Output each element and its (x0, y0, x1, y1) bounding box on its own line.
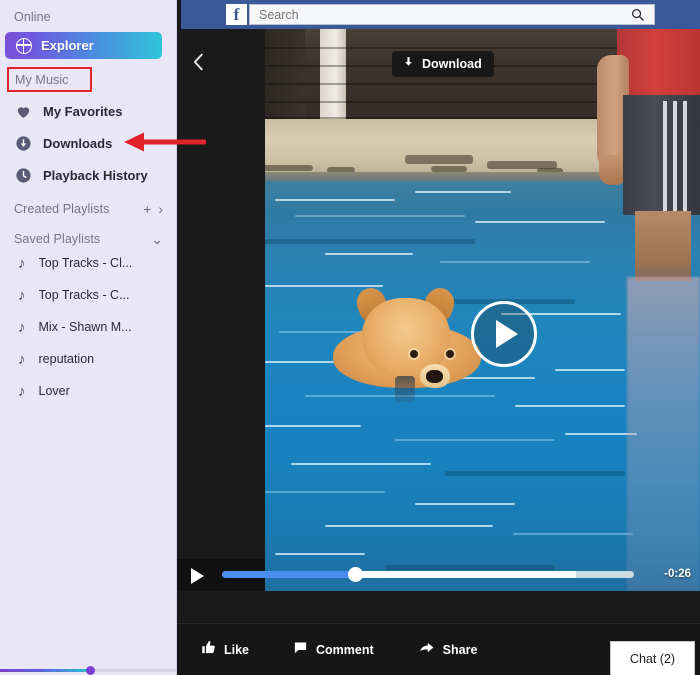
play-icon[interactable] (191, 568, 204, 584)
music-note-icon: ♪ (18, 382, 26, 400)
comment-button[interactable]: Comment (293, 640, 374, 660)
sidebar-section-online: Online (14, 10, 51, 24)
browser-panel: f Search Download -0:26 Like Comment Sha… (177, 0, 700, 675)
chat-tab[interactable]: Chat (2) (610, 641, 695, 675)
sidebar-item-my-favorites-label: My Favorites (43, 103, 123, 119)
sidebar-item-downloads-label: Downloads (43, 135, 113, 151)
mini-player-fill (0, 669, 92, 672)
playlist-label: Top Tracks - C... (38, 288, 130, 302)
playlist-label: Lover (38, 384, 70, 398)
mini-player-progress[interactable] (0, 666, 176, 675)
sidebar-item-playback-history[interactable]: Playback History (0, 159, 176, 191)
scene-person (589, 29, 700, 591)
dog-wake (395, 376, 415, 402)
facebook-header-bar: f (181, 0, 700, 29)
share-button[interactable]: Share (418, 640, 478, 660)
playlist-label: Top Tracks - Cl... (38, 256, 133, 270)
seek-bar[interactable] (222, 567, 634, 582)
list-item[interactable]: ♪ Lover (0, 375, 176, 407)
my-music-highlight-box: My Music (7, 67, 92, 92)
music-note-icon: ♪ (18, 286, 26, 304)
thumbs-up-icon (201, 640, 216, 660)
download-circle-icon (15, 135, 32, 152)
like-button-label: Like (224, 642, 250, 657)
dog-eye-left (410, 350, 418, 358)
play-circle-icon[interactable] (471, 301, 537, 367)
video-controls: -0:26 (177, 559, 700, 591)
search-button[interactable] (620, 5, 654, 24)
heart-icon (15, 103, 32, 120)
music-note-icon: ♪ (18, 254, 26, 272)
share-button-label: Share (442, 642, 478, 657)
chat-tab-label: Chat (2) (629, 651, 676, 666)
sidebar-section-my-music: My Music (15, 72, 69, 87)
comment-icon (293, 640, 308, 660)
person-shorts (623, 95, 700, 215)
scene-pillar (320, 29, 346, 121)
sidebar-group-saved-playlists-label: Saved Playlists (14, 232, 101, 246)
seek-knob[interactable] (348, 567, 363, 582)
sidebar-item-explorer-label: Explorer (41, 38, 94, 53)
scene-doorframe (265, 29, 305, 127)
video-stage: Download -0:26 (177, 29, 700, 591)
download-button-label: Download (422, 57, 482, 71)
playlist-label: Mix - Shawn M... (38, 320, 132, 334)
facebook-logo-icon[interactable]: f (226, 4, 247, 25)
dog-nose (426, 370, 443, 383)
download-arrow-icon (402, 55, 415, 74)
comment-button-label: Comment (316, 642, 374, 657)
playlist-label: reputation (38, 352, 95, 366)
sidebar-item-explorer[interactable]: Explorer (5, 32, 162, 59)
list-item[interactable]: ♪ Top Tracks - Cl... (0, 247, 176, 279)
list-item[interactable]: ♪ Top Tracks - C... (0, 279, 176, 311)
sidebar: Online Explorer My Music My Favorites Do… (0, 0, 177, 675)
share-arrow-icon (418, 640, 435, 660)
music-note-icon: ♪ (18, 318, 26, 336)
time-remaining: -0:26 (664, 568, 691, 580)
sidebar-group-created-playlists-label: Created Playlists (14, 202, 110, 216)
mini-player-knob[interactable] (86, 666, 95, 675)
globe-icon (16, 37, 32, 54)
music-note-icon: ♪ (18, 350, 26, 368)
seek-buffered (358, 571, 576, 578)
dog-eye-right (446, 350, 454, 358)
person-shirt (617, 29, 700, 101)
chevron-left-icon[interactable] (188, 51, 210, 73)
search-bar[interactable] (249, 4, 655, 25)
download-button[interactable]: Download (392, 51, 494, 77)
like-button[interactable]: Like (201, 640, 249, 660)
play-triangle-icon (496, 320, 518, 348)
person-hand (599, 155, 626, 185)
seek-played (222, 571, 358, 578)
search-input[interactable] (250, 7, 620, 22)
plus-icon[interactable]: + (143, 202, 151, 216)
post-action-bar: Like Comment Share Chat (2) (177, 623, 700, 675)
sidebar-item-my-favorites[interactable]: My Favorites (0, 95, 176, 127)
dog-head (362, 298, 454, 388)
sidebar-item-playback-history-label: Playback History (43, 167, 148, 183)
person-leg (635, 211, 691, 281)
list-item[interactable]: ♪ Mix - Shawn M... (0, 311, 176, 343)
clock-icon (15, 167, 32, 184)
chevron-down-icon[interactable]: ⌄ (151, 232, 163, 246)
list-item[interactable]: ♪ reputation (0, 343, 176, 375)
person-reflection (627, 277, 700, 591)
app-window: Online Explorer My Music My Favorites Do… (0, 0, 700, 675)
chevron-right-icon[interactable]: › (158, 202, 163, 216)
sidebar-item-downloads[interactable]: Downloads (0, 127, 176, 159)
sidebar-group-created-playlists[interactable]: Created Playlists + › (0, 196, 176, 222)
scene-dog (333, 283, 481, 402)
